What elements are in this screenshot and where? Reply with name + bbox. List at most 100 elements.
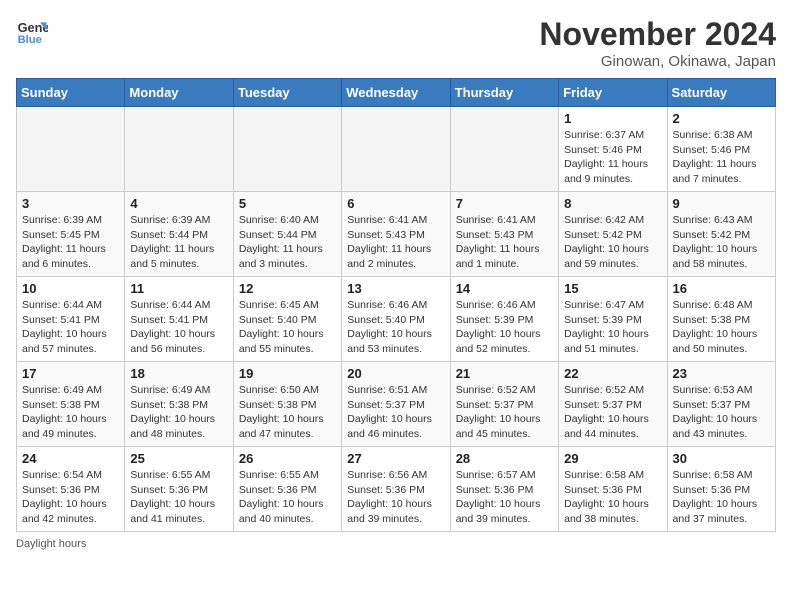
day-info: Sunrise: 6:37 AM Sunset: 5:46 PM Dayligh… — [564, 128, 661, 187]
day-number: 22 — [564, 366, 661, 381]
calendar-cell: 4 Sunrise: 6:39 AM Sunset: 5:44 PM Daylig… — [125, 192, 233, 277]
calendar-cell: 12Sunrise: 6:45 AM Sunset: 5:40 PM Dayli… — [233, 277, 341, 362]
svg-text:General: General — [18, 20, 48, 35]
calendar-header-friday: Friday — [559, 79, 667, 107]
day-info: Sunrise: 6:56 AM Sunset: 5:36 PM Dayligh… — [347, 468, 444, 527]
calendar-week-0: 1Sunrise: 6:37 AM Sunset: 5:46 PM Daylig… — [17, 107, 776, 192]
day-number: 17 — [22, 366, 119, 381]
calendar-cell: 17 Sunrise: 6:49 AM Sunset: 5:38 PM Dayli… — [17, 362, 125, 447]
day-info: Sunrise: 6:42 AM Sunset: 5:42 PM Dayligh… — [564, 213, 661, 272]
day-info: Sunrise: 6:52 AM Sunset: 5:37 PM Dayligh… — [564, 383, 661, 442]
day-number: 5 — [239, 196, 336, 211]
calendar-cell: 22 Sunrise: 6:52 AM Sunset: 5:37 PM Dayli… — [559, 362, 667, 447]
calendar-cell: 9Sunrise: 6:43 AM Sunset: 5:42 PM Daylig… — [667, 192, 775, 277]
month-title: November 2024 — [539, 16, 776, 53]
calendar-cell: 21Sunrise: 6:52 AM Sunset: 5:37 PM Dayli… — [450, 362, 558, 447]
day-info: Sunrise: 6:46 AM Sunset: 5:39 PM Dayligh… — [456, 298, 553, 357]
day-info: Sunrise: 6:54 AM Sunset: 5:36 PM Dayligh… — [22, 468, 119, 527]
svg-text:Blue: Blue — [18, 34, 42, 46]
day-number: 10 — [22, 281, 119, 296]
calendar-cell: 11 Sunrise: 6:44 AM Sunset: 5:41 PM Dayli… — [125, 277, 233, 362]
calendar-week-4: 24 Sunrise: 6:54 AM Sunset: 5:36 PM Dayli… — [17, 447, 776, 532]
calendar-cell: 24 Sunrise: 6:54 AM Sunset: 5:36 PM Dayli… — [17, 447, 125, 532]
day-number: 18 — [130, 366, 227, 381]
day-number: 13 — [347, 281, 444, 296]
calendar-table: SundayMondayTuesdayWednesdayThursdayFrid… — [16, 78, 776, 532]
day-info: Sunrise: 6:55 AM Sunset: 5:36 PM Dayligh… — [130, 468, 227, 527]
day-number: 30 — [673, 451, 770, 466]
day-number: 27 — [347, 451, 444, 466]
day-number: 14 — [456, 281, 553, 296]
day-info: Sunrise: 6:44 AM Sunset: 5:41 PM Dayligh… — [22, 298, 119, 357]
calendar-cell: 13 Sunrise: 6:46 AM Sunset: 5:40 PM Dayli… — [342, 277, 450, 362]
day-info: Sunrise: 6:41 AM Sunset: 5:43 PM Dayligh… — [347, 213, 444, 272]
calendar-cell — [450, 107, 558, 192]
calendar-header-row: SundayMondayTuesdayWednesdayThursdayFrid… — [17, 79, 776, 107]
day-number: 8 — [564, 196, 661, 211]
page-header: General Blue November 2024 Ginowan, Okin… — [16, 16, 776, 70]
calendar-cell: 8 Sunrise: 6:42 AM Sunset: 5:42 PM Daylig… — [559, 192, 667, 277]
day-info: Sunrise: 6:38 AM Sunset: 5:46 PM Dayligh… — [673, 128, 770, 187]
calendar-cell: 19Sunrise: 6:50 AM Sunset: 5:38 PM Dayli… — [233, 362, 341, 447]
day-info: Sunrise: 6:45 AM Sunset: 5:40 PM Dayligh… — [239, 298, 336, 357]
calendar-cell — [342, 107, 450, 192]
calendar-header-sunday: Sunday — [17, 79, 125, 107]
calendar-cell: 1Sunrise: 6:37 AM Sunset: 5:46 PM Daylig… — [559, 107, 667, 192]
day-info: Sunrise: 6:51 AM Sunset: 5:37 PM Dayligh… — [347, 383, 444, 442]
day-number: 26 — [239, 451, 336, 466]
calendar-header-thursday: Thursday — [450, 79, 558, 107]
day-number: 3 — [22, 196, 119, 211]
logo-icon: General Blue — [16, 16, 48, 48]
calendar-week-1: 3 Sunrise: 6:39 AM Sunset: 5:45 PM Daylig… — [17, 192, 776, 277]
day-info: Sunrise: 6:39 AM Sunset: 5:44 PM Dayligh… — [130, 213, 227, 272]
day-number: 25 — [130, 451, 227, 466]
calendar-cell: 18 Sunrise: 6:49 AM Sunset: 5:38 PM Dayli… — [125, 362, 233, 447]
day-number: 4 — [130, 196, 227, 211]
calendar-cell — [17, 107, 125, 192]
calendar-header-wednesday: Wednesday — [342, 79, 450, 107]
footer-note: Daylight hours — [16, 538, 776, 550]
day-info: Sunrise: 6:58 AM Sunset: 5:36 PM Dayligh… — [673, 468, 770, 527]
calendar-cell: 29Sunrise: 6:58 AM Sunset: 5:36 PM Dayli… — [559, 447, 667, 532]
day-info: Sunrise: 6:46 AM Sunset: 5:40 PM Dayligh… — [347, 298, 444, 357]
day-info: Sunrise: 6:39 AM Sunset: 5:45 PM Dayligh… — [22, 213, 119, 272]
day-number: 11 — [130, 281, 227, 296]
calendar-cell: 14 Sunrise: 6:46 AM Sunset: 5:39 PM Dayli… — [450, 277, 558, 362]
calendar-header-saturday: Saturday — [667, 79, 775, 107]
day-info: Sunrise: 6:49 AM Sunset: 5:38 PM Dayligh… — [22, 383, 119, 442]
calendar-header-monday: Monday — [125, 79, 233, 107]
day-number: 15 — [564, 281, 661, 296]
day-info: Sunrise: 6:53 AM Sunset: 5:37 PM Dayligh… — [673, 383, 770, 442]
calendar-cell: 2Sunrise: 6:38 AM Sunset: 5:46 PM Daylig… — [667, 107, 775, 192]
day-number: 16 — [673, 281, 770, 296]
day-info: Sunrise: 6:47 AM Sunset: 5:39 PM Dayligh… — [564, 298, 661, 357]
day-number: 29 — [564, 451, 661, 466]
day-info: Sunrise: 6:49 AM Sunset: 5:38 PM Dayligh… — [130, 383, 227, 442]
day-number: 7 — [456, 196, 553, 211]
day-info: Sunrise: 6:44 AM Sunset: 5:41 PM Dayligh… — [130, 298, 227, 357]
calendar-cell: 6Sunrise: 6:41 AM Sunset: 5:43 PM Daylig… — [342, 192, 450, 277]
day-number: 28 — [456, 451, 553, 466]
calendar-cell: 25 Sunrise: 6:55 AM Sunset: 5:36 PM Dayli… — [125, 447, 233, 532]
day-number: 19 — [239, 366, 336, 381]
calendar-cell: 20 Sunrise: 6:51 AM Sunset: 5:37 PM Dayli… — [342, 362, 450, 447]
day-number: 20 — [347, 366, 444, 381]
calendar-header-tuesday: Tuesday — [233, 79, 341, 107]
calendar-cell: 16Sunrise: 6:48 AM Sunset: 5:38 PM Dayli… — [667, 277, 775, 362]
calendar-week-3: 17 Sunrise: 6:49 AM Sunset: 5:38 PM Dayli… — [17, 362, 776, 447]
calendar-cell: 28 Sunrise: 6:57 AM Sunset: 5:36 PM Dayli… — [450, 447, 558, 532]
calendar-week-2: 10 Sunrise: 6:44 AM Sunset: 5:41 PM Dayli… — [17, 277, 776, 362]
calendar-cell: 5Sunrise: 6:40 AM Sunset: 5:44 PM Daylig… — [233, 192, 341, 277]
day-number: 9 — [673, 196, 770, 211]
day-number: 24 — [22, 451, 119, 466]
calendar-cell: 10 Sunrise: 6:44 AM Sunset: 5:41 PM Dayli… — [17, 277, 125, 362]
calendar-cell: 7Sunrise: 6:41 AM Sunset: 5:43 PM Daylig… — [450, 192, 558, 277]
location: Ginowan, Okinawa, Japan — [539, 53, 776, 70]
calendar-cell: 15 Sunrise: 6:47 AM Sunset: 5:39 PM Dayli… — [559, 277, 667, 362]
day-info: Sunrise: 6:57 AM Sunset: 5:36 PM Dayligh… — [456, 468, 553, 527]
logo: General Blue — [16, 16, 48, 48]
calendar-cell: 3 Sunrise: 6:39 AM Sunset: 5:45 PM Daylig… — [17, 192, 125, 277]
day-number: 23 — [673, 366, 770, 381]
calendar-cell — [233, 107, 341, 192]
day-info: Sunrise: 6:52 AM Sunset: 5:37 PM Dayligh… — [456, 383, 553, 442]
